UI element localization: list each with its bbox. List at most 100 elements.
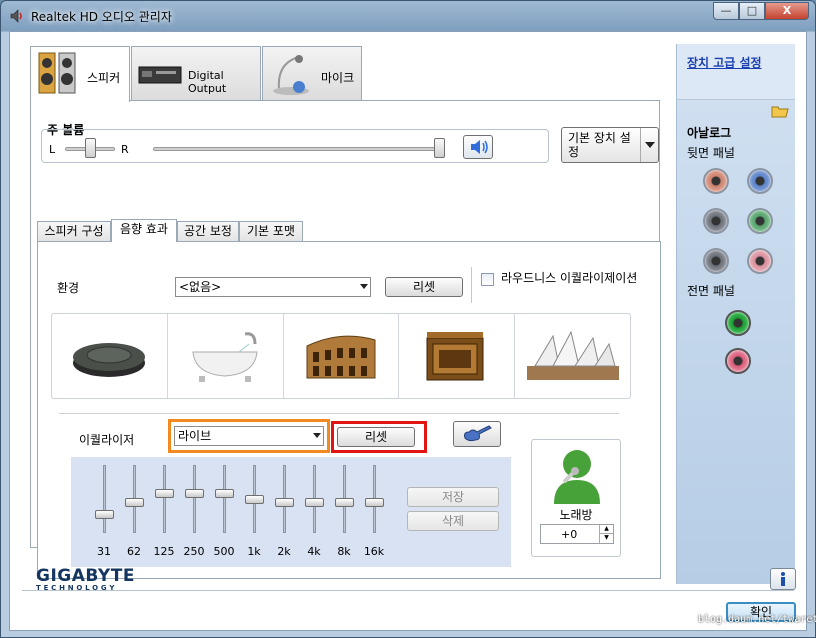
eq-band-1k[interactable]: 1k: [239, 465, 269, 565]
tab-speakers[interactable]: 스피커: [30, 46, 130, 102]
connector-panel: 장치 고급 설정 아날로그 뒷면 패널 전면 패널: [676, 44, 795, 584]
eq-rail[interactable]: [163, 465, 166, 533]
eq-knob[interactable]: [365, 498, 384, 507]
eq-freq-label: 16k: [363, 545, 385, 558]
eq-knob[interactable]: [275, 498, 294, 507]
preset-wooden-room[interactable]: [399, 314, 516, 398]
eq-band-8k[interactable]: 8k: [329, 465, 359, 565]
spin-down-icon[interactable]: ▼: [599, 534, 613, 543]
microphone-icon: [273, 55, 309, 95]
divider: [22, 590, 794, 591]
default-device-button[interactable]: 기본 장치 설정: [561, 127, 659, 163]
tab-microphone[interactable]: 마이크: [262, 46, 362, 100]
karaoke-label: 노래방: [559, 508, 593, 522]
equalizer-graphic-button[interactable]: [453, 421, 501, 447]
title-bar[interactable]: Realtek HD 오디오 관리자 — □ X: [1, 1, 815, 31]
jack-pink[interactable]: [747, 248, 773, 274]
balance-right-label: R: [121, 143, 129, 156]
karaoke-value: +0: [561, 528, 578, 541]
eq-rail[interactable]: [223, 465, 226, 533]
eq-knob[interactable]: [335, 498, 354, 507]
close-button[interactable]: X: [765, 2, 809, 20]
loudness-checkbox[interactable]: [481, 273, 494, 286]
eq-knob[interactable]: [185, 489, 204, 498]
eq-freq-label: 1k: [247, 545, 261, 558]
jack-orange[interactable]: [703, 168, 729, 194]
volume-track[interactable]: [153, 147, 445, 151]
front-jack-pink[interactable]: [725, 348, 751, 374]
eq-band-4k[interactable]: 4k: [299, 465, 329, 565]
highlight-box: [168, 419, 330, 453]
equalizer-delete-button[interactable]: 삭제: [407, 511, 499, 531]
window-title: Realtek HD 오디오 관리자: [31, 10, 172, 24]
karaoke-singer-icon[interactable]: [550, 446, 604, 506]
maximize-button[interactable]: □: [739, 2, 765, 20]
speakers-icon: [38, 52, 76, 94]
eq-freq-label: 31: [97, 545, 111, 558]
divider: [59, 413, 619, 414]
default-device-dropdown[interactable]: [640, 128, 658, 162]
loudness-label: 라우드니스 이퀄라이제이션: [501, 271, 638, 285]
eq-band-125[interactable]: 125: [149, 465, 179, 565]
karaoke-spinner[interactable]: +0 ▲ ▼: [540, 524, 614, 544]
eq-knob[interactable]: [245, 495, 264, 504]
chevron-down-icon: [645, 142, 655, 148]
speaker-panel: 주 볼륨 L R 기본 장치 설정 스피커 구성 음향 효과 공간 보정 기본 …: [30, 100, 661, 579]
client-area: 스피커 Digital Output 마이크 주 볼륨 L R 기본 장치 설정…: [9, 31, 816, 631]
jack-gray-2[interactable]: [703, 248, 729, 274]
realtek-window: Realtek HD 오디오 관리자 — □ X 스피커 Digital Out…: [0, 0, 816, 638]
subtab-default-format[interactable]: 기본 포맷: [239, 221, 303, 241]
subtab-speaker-config[interactable]: 스피커 구성: [37, 221, 111, 241]
spin-up-icon[interactable]: ▲: [599, 525, 613, 534]
jack-blue[interactable]: [747, 168, 773, 194]
eq-band-31[interactable]: 31: [89, 465, 119, 565]
speaker-volume-icon: [471, 140, 488, 154]
eq-rail[interactable]: [193, 465, 196, 533]
tab-digital-output[interactable]: Digital Output: [131, 46, 261, 100]
tab-microphone-label: 마이크: [321, 71, 355, 85]
front-panel-label: 전면 패널: [687, 284, 735, 298]
balance-slider[interactable]: [85, 138, 96, 158]
preset-stone[interactable]: [52, 314, 168, 398]
digital-output-icon: [138, 66, 182, 84]
jack-green[interactable]: [747, 208, 773, 234]
eq-knob[interactable]: [215, 489, 234, 498]
colosseum-icon: [306, 335, 376, 379]
eq-knob[interactable]: [125, 498, 144, 507]
eq-band-2k[interactable]: 2k: [269, 465, 299, 565]
environment-label: 환경: [57, 281, 80, 295]
gigabyte-logo: GIGABYTE TECHNOLOGY: [36, 566, 135, 592]
volume-slider[interactable]: [434, 138, 445, 158]
eq-band-62[interactable]: 62: [119, 465, 149, 565]
environment-reset-button[interactable]: 리셋: [385, 277, 463, 297]
info-button[interactable]: [770, 568, 796, 590]
guitar-icon: [464, 425, 492, 442]
preset-colosseum[interactable]: [284, 314, 400, 398]
eq-band-250[interactable]: 250: [179, 465, 209, 565]
subtab-room-correction[interactable]: 공간 보정: [177, 221, 239, 241]
environment-select[interactable]: <없음>: [175, 277, 371, 297]
mute-button[interactable]: [463, 135, 493, 159]
info-icon: [781, 572, 785, 586]
eq-knob[interactable]: [95, 510, 114, 519]
karaoke-panel: 노래방 +0 ▲ ▼: [531, 439, 621, 557]
analog-title: 아날로그: [687, 126, 732, 140]
advanced-settings-link[interactable]: 장치 고급 설정: [687, 54, 762, 71]
eq-band-500[interactable]: 500: [209, 465, 239, 565]
subtab-sound-effects[interactable]: 음향 효과: [111, 219, 177, 242]
front-jack-green[interactable]: [725, 310, 751, 336]
preset-opera-house[interactable]: [515, 314, 630, 398]
eq-band-16k[interactable]: 16k: [359, 465, 389, 565]
wooden-box-icon: [426, 332, 484, 381]
equalizer-label: 이퀄라이저: [79, 433, 135, 447]
jack-panel: 아날로그 뒷면 패널 전면 패널: [677, 100, 795, 584]
folder-icon[interactable]: [771, 104, 789, 118]
preset-bathroom[interactable]: [168, 314, 284, 398]
eq-rail[interactable]: [103, 465, 106, 533]
eq-knob[interactable]: [155, 489, 174, 498]
equalizer-save-button[interactable]: 저장: [407, 487, 499, 507]
minimize-button[interactable]: —: [713, 2, 739, 20]
eq-knob[interactable]: [305, 498, 324, 507]
speaker-app-icon: [10, 9, 22, 23]
jack-gray[interactable]: [703, 208, 729, 234]
